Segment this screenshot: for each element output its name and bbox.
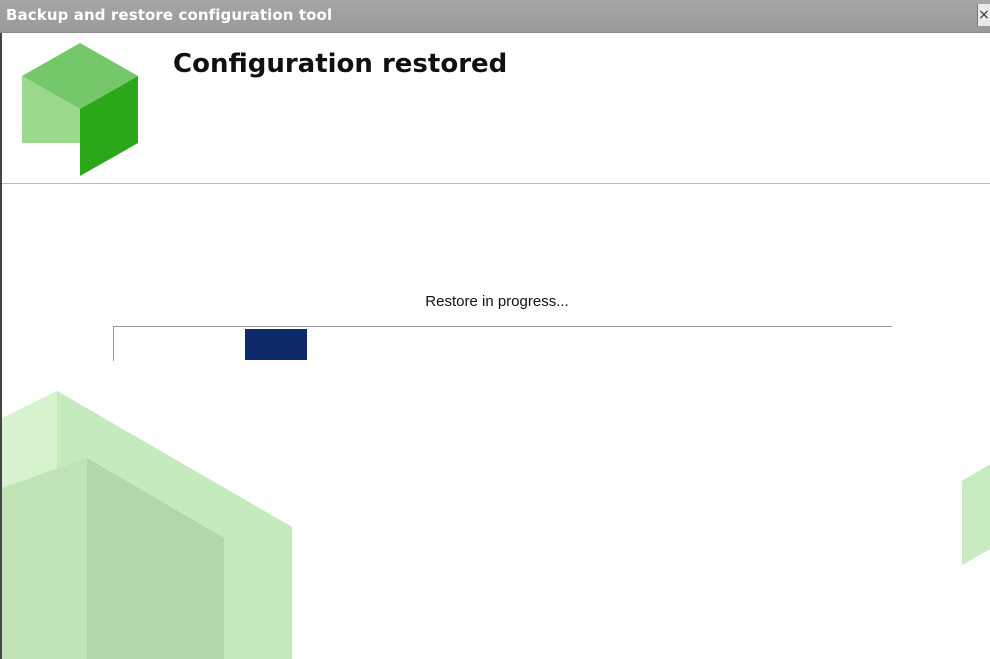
close-button[interactable]: ×	[977, 4, 990, 26]
decorative-cube-background	[2, 391, 990, 659]
restore-tool-window: Backup and restore configuration tool × …	[0, 0, 990, 659]
window-title: Backup and restore configuration tool	[6, 6, 333, 24]
title-bar[interactable]: Backup and restore configuration tool ×	[0, 0, 990, 33]
dialog-body: Configuration restored Restore in progre…	[0, 33, 990, 659]
